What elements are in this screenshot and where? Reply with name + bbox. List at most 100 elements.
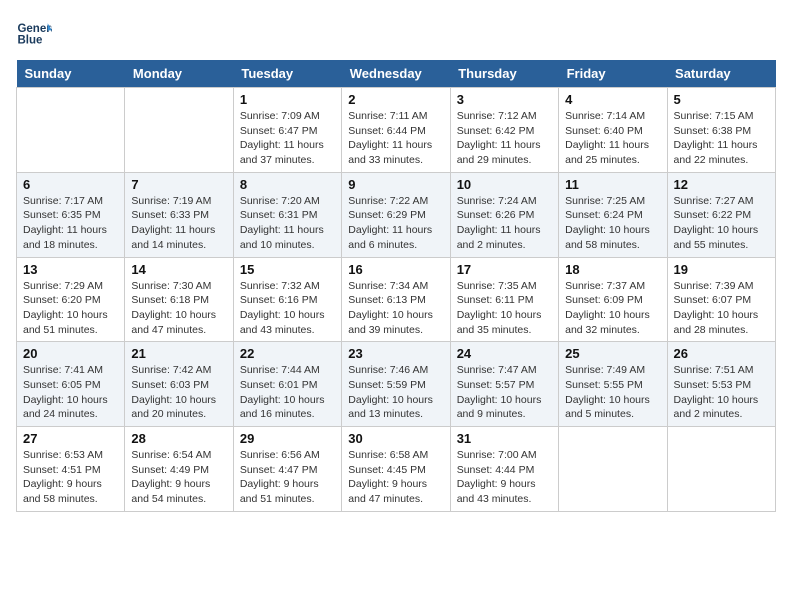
date-number: 30 [348,431,443,446]
cell-content: Sunrise: 7:00 AMSunset: 4:44 PMDaylight:… [457,448,552,507]
date-number: 14 [131,262,226,277]
cell-content: Sunrise: 7:20 AMSunset: 6:31 PMDaylight:… [240,194,335,253]
calendar-cell: 9 Sunrise: 7:22 AMSunset: 6:29 PMDaylight… [342,172,450,257]
calendar-cell: 21 Sunrise: 7:42 AMSunset: 6:03 PMDayligh… [125,342,233,427]
cell-content: Sunrise: 7:39 AMSunset: 6:07 PMDaylight:… [674,279,769,338]
calendar-cell [667,427,775,512]
date-number: 12 [674,177,769,192]
date-number: 21 [131,346,226,361]
date-number: 3 [457,92,552,107]
cell-content: Sunrise: 7:47 AMSunset: 5:57 PMDaylight:… [457,363,552,422]
calendar-cell: 13 Sunrise: 7:29 AMSunset: 6:20 PMDayligh… [17,257,125,342]
date-number: 26 [674,346,769,361]
cell-content: Sunrise: 6:56 AMSunset: 4:47 PMDaylight:… [240,448,335,507]
date-number: 28 [131,431,226,446]
date-number: 15 [240,262,335,277]
header-row: SundayMondayTuesdayWednesdayThursdayFrid… [17,60,776,88]
day-header-tuesday: Tuesday [233,60,341,88]
cell-content: Sunrise: 7:49 AMSunset: 5:55 PMDaylight:… [565,363,660,422]
calendar-cell: 20 Sunrise: 7:41 AMSunset: 6:05 PMDayligh… [17,342,125,427]
day-header-thursday: Thursday [450,60,558,88]
calendar-cell: 14Sunrise: 7:30 AMSunset: 6:18 PMDayligh… [125,257,233,342]
date-number: 9 [348,177,443,192]
cell-content: Sunrise: 7:37 AMSunset: 6:09 PMDaylight:… [565,279,660,338]
cell-content: Sunrise: 7:34 AMSunset: 6:13 PMDaylight:… [348,279,443,338]
date-number: 31 [457,431,552,446]
date-number: 4 [565,92,660,107]
cell-content: Sunrise: 7:29 AMSunset: 6:20 PMDaylight:… [23,279,118,338]
cell-content: Sunrise: 7:27 AMSunset: 6:22 PMDaylight:… [674,194,769,253]
calendar-cell: 12 Sunrise: 7:27 AMSunset: 6:22 PMDayligh… [667,172,775,257]
calendar-cell: 8 Sunrise: 7:20 AMSunset: 6:31 PMDaylight… [233,172,341,257]
calendar-cell: 24 Sunrise: 7:47 AMSunset: 5:57 PMDayligh… [450,342,558,427]
date-number: 29 [240,431,335,446]
date-number: 17 [457,262,552,277]
cell-content: Sunrise: 7:12 AMSunset: 6:42 PMDaylight:… [457,109,552,168]
cell-content: Sunrise: 6:58 AMSunset: 4:45 PMDaylight:… [348,448,443,507]
cell-content: Sunrise: 7:11 AMSunset: 6:44 PMDaylight:… [348,109,443,168]
week-row-5: 27Sunrise: 6:53 AMSunset: 4:51 PMDayligh… [17,427,776,512]
calendar-cell: 30 Sunrise: 6:58 AMSunset: 4:45 PMDayligh… [342,427,450,512]
svg-text:General: General [17,23,52,35]
logo-icon: General Blue [16,16,52,52]
cell-content: Sunrise: 7:17 AMSunset: 6:35 PMDaylight:… [23,194,118,253]
date-number: 13 [23,262,118,277]
date-number: 16 [348,262,443,277]
calendar-cell: 17Sunrise: 7:35 AMSunset: 6:11 PMDayligh… [450,257,558,342]
week-row-4: 20 Sunrise: 7:41 AMSunset: 6:05 PMDayligh… [17,342,776,427]
week-row-3: 13 Sunrise: 7:29 AMSunset: 6:20 PMDayligh… [17,257,776,342]
calendar-cell: 15 Sunrise: 7:32 AMSunset: 6:16 PMDayligh… [233,257,341,342]
date-number: 27 [23,431,118,446]
calendar-cell: 28Sunrise: 6:54 AMSunset: 4:49 PMDayligh… [125,427,233,512]
logo: General Blue [16,16,56,52]
calendar-cell: 3 Sunrise: 7:12 AMSunset: 6:42 PMDaylight… [450,88,558,173]
calendar-cell: 27Sunrise: 6:53 AMSunset: 4:51 PMDayligh… [17,427,125,512]
date-number: 11 [565,177,660,192]
day-header-wednesday: Wednesday [342,60,450,88]
date-number: 20 [23,346,118,361]
calendar-table: SundayMondayTuesdayWednesdayThursdayFrid… [16,60,776,512]
cell-content: Sunrise: 7:09 AMSunset: 6:47 PMDaylight:… [240,109,335,168]
cell-content: Sunrise: 7:14 AMSunset: 6:40 PMDaylight:… [565,109,660,168]
calendar-cell: 19 Sunrise: 7:39 AMSunset: 6:07 PMDayligh… [667,257,775,342]
calendar-cell: 2Sunrise: 7:11 AMSunset: 6:44 PMDaylight… [342,88,450,173]
page-header: General Blue [16,16,776,52]
calendar-cell: 6 Sunrise: 7:17 AMSunset: 6:35 PMDaylight… [17,172,125,257]
calendar-cell: 31 Sunrise: 7:00 AMSunset: 4:44 PMDayligh… [450,427,558,512]
date-number: 18 [565,262,660,277]
date-number: 5 [674,92,769,107]
date-number: 8 [240,177,335,192]
cell-content: Sunrise: 7:46 AMSunset: 5:59 PMDaylight:… [348,363,443,422]
calendar-cell: 26 Sunrise: 7:51 AMSunset: 5:53 PMDayligh… [667,342,775,427]
week-row-2: 6 Sunrise: 7:17 AMSunset: 6:35 PMDaylight… [17,172,776,257]
cell-content: Sunrise: 7:22 AMSunset: 6:29 PMDaylight:… [348,194,443,253]
calendar-cell: 25Sunrise: 7:49 AMSunset: 5:55 PMDayligh… [559,342,667,427]
cell-content: Sunrise: 7:19 AMSunset: 6:33 PMDaylight:… [131,194,226,253]
calendar-cell: 7 Sunrise: 7:19 AMSunset: 6:33 PMDaylight… [125,172,233,257]
calendar-cell: 18 Sunrise: 7:37 AMSunset: 6:09 PMDayligh… [559,257,667,342]
cell-content: Sunrise: 7:24 AMSunset: 6:26 PMDaylight:… [457,194,552,253]
day-header-monday: Monday [125,60,233,88]
date-number: 22 [240,346,335,361]
cell-content: Sunrise: 7:41 AMSunset: 6:05 PMDaylight:… [23,363,118,422]
cell-content: Sunrise: 7:32 AMSunset: 6:16 PMDaylight:… [240,279,335,338]
cell-content: Sunrise: 7:51 AMSunset: 5:53 PMDaylight:… [674,363,769,422]
calendar-cell: 29 Sunrise: 6:56 AMSunset: 4:47 PMDayligh… [233,427,341,512]
date-number: 6 [23,177,118,192]
calendar-cell [559,427,667,512]
day-header-saturday: Saturday [667,60,775,88]
week-row-1: 1Sunrise: 7:09 AMSunset: 6:47 PMDaylight… [17,88,776,173]
date-number: 7 [131,177,226,192]
cell-content: Sunrise: 7:42 AMSunset: 6:03 PMDaylight:… [131,363,226,422]
date-number: 24 [457,346,552,361]
svg-text:Blue: Blue [17,34,43,46]
date-number: 19 [674,262,769,277]
cell-content: Sunrise: 7:44 AMSunset: 6:01 PMDaylight:… [240,363,335,422]
cell-content: Sunrise: 7:15 AMSunset: 6:38 PMDaylight:… [674,109,769,168]
day-header-friday: Friday [559,60,667,88]
calendar-cell [17,88,125,173]
calendar-cell: 11Sunrise: 7:25 AMSunset: 6:24 PMDayligh… [559,172,667,257]
date-number: 10 [457,177,552,192]
calendar-cell: 1Sunrise: 7:09 AMSunset: 6:47 PMDaylight… [233,88,341,173]
calendar-cell: 22 Sunrise: 7:44 AMSunset: 6:01 PMDayligh… [233,342,341,427]
